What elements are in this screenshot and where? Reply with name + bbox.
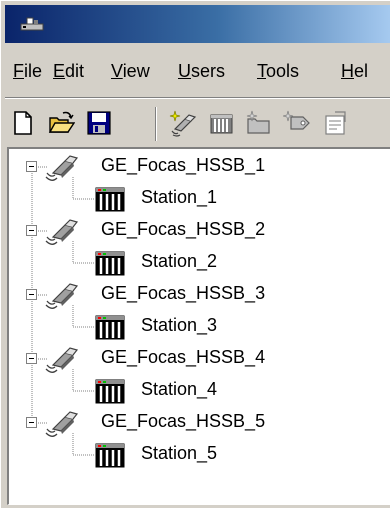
application-window: File Edit View Users Tools Hel GE_Focas_… xyxy=(0,0,390,508)
channel-label: GE_Focas_HSSB_3 xyxy=(101,283,266,303)
tree-node-channel[interactable]: GE_Focas_HSSB_1 xyxy=(9,153,389,181)
tree-node-device[interactable]: Station_1 xyxy=(9,185,389,213)
channel-icon xyxy=(45,347,79,373)
device-label: Station_2 xyxy=(141,251,218,271)
tree-node-channel[interactable]: GE_Focas_HSSB_3 xyxy=(9,281,389,309)
collapse-toggle-icon[interactable] xyxy=(26,417,37,428)
save-icon xyxy=(87,111,111,135)
device-label: Station_1 xyxy=(141,187,218,207)
menu-tools[interactable]: Tools xyxy=(257,61,299,82)
new-group-icon xyxy=(246,110,270,134)
tree-node-channel[interactable]: GE_Focas_HSSB_5 xyxy=(9,409,389,437)
channel-icon xyxy=(45,155,79,181)
channel-icon xyxy=(45,411,79,437)
toolbar-divider xyxy=(155,107,157,141)
menu-separator xyxy=(5,97,390,99)
channel-icon xyxy=(45,219,79,245)
toolbar xyxy=(5,105,390,145)
device-label: Station_3 xyxy=(141,315,218,335)
collapse-toggle-icon[interactable] xyxy=(26,161,37,172)
device-label: Station_5 xyxy=(141,443,218,463)
channel-label: GE_Focas_HSSB_1 xyxy=(101,155,266,175)
device-icon xyxy=(95,379,125,404)
project-tree[interactable]: GE_Focas_HSSB_1 Station_1 GE_Focas_HSSB_2 S… xyxy=(7,147,390,505)
menu-edit[interactable]: Edit xyxy=(53,61,84,82)
channel-label: GE_Focas_HSSB_4 xyxy=(101,347,266,367)
device-icon xyxy=(95,443,125,468)
channel-icon xyxy=(45,283,79,309)
tree-node-channel[interactable]: GE_Focas_HSSB_4 xyxy=(9,345,389,373)
tree-node-device[interactable]: Station_3 xyxy=(9,313,389,341)
tree-node-channel[interactable]: GE_Focas_HSSB_2 xyxy=(9,217,389,245)
device-icon xyxy=(95,315,125,340)
new-icon xyxy=(14,111,32,135)
channel-label: GE_Focas_HSSB_5 xyxy=(101,411,266,431)
title-bar[interactable] xyxy=(5,5,390,43)
tree-node-device[interactable]: Station_2 xyxy=(9,249,389,277)
new-device-icon xyxy=(210,114,233,134)
open-button[interactable] xyxy=(47,109,76,137)
channel-label: GE_Focas_HSSB_2 xyxy=(101,219,266,239)
device-icon xyxy=(95,251,125,276)
new-button[interactable] xyxy=(9,109,37,137)
new-tag-icon xyxy=(282,110,310,130)
menu-file[interactable]: File xyxy=(13,61,42,82)
new-tag-button[interactable] xyxy=(282,109,311,137)
open-icon xyxy=(48,111,76,133)
collapse-toggle-icon[interactable] xyxy=(26,225,37,236)
menu-view[interactable]: View xyxy=(111,61,150,82)
menu-help[interactable]: Hel xyxy=(341,61,368,82)
save-button[interactable] xyxy=(85,109,113,137)
new-group-button[interactable] xyxy=(245,109,273,137)
menu-bar: File Edit View Users Tools Hel xyxy=(5,55,390,91)
new-device-button[interactable] xyxy=(207,109,235,137)
tree-node-device[interactable]: Station_5 xyxy=(9,441,389,469)
device-icon xyxy=(95,187,125,212)
new-channel-button[interactable] xyxy=(169,109,197,137)
menu-users[interactable]: Users xyxy=(178,61,225,82)
properties-icon xyxy=(325,111,346,135)
app-icon xyxy=(20,17,44,31)
tree-node-device[interactable]: Station_4 xyxy=(9,377,389,405)
collapse-toggle-icon[interactable] xyxy=(26,353,37,364)
device-label: Station_4 xyxy=(141,379,218,399)
new-channel-icon xyxy=(169,110,197,137)
properties-button[interactable] xyxy=(321,109,349,137)
collapse-toggle-icon[interactable] xyxy=(26,289,37,300)
